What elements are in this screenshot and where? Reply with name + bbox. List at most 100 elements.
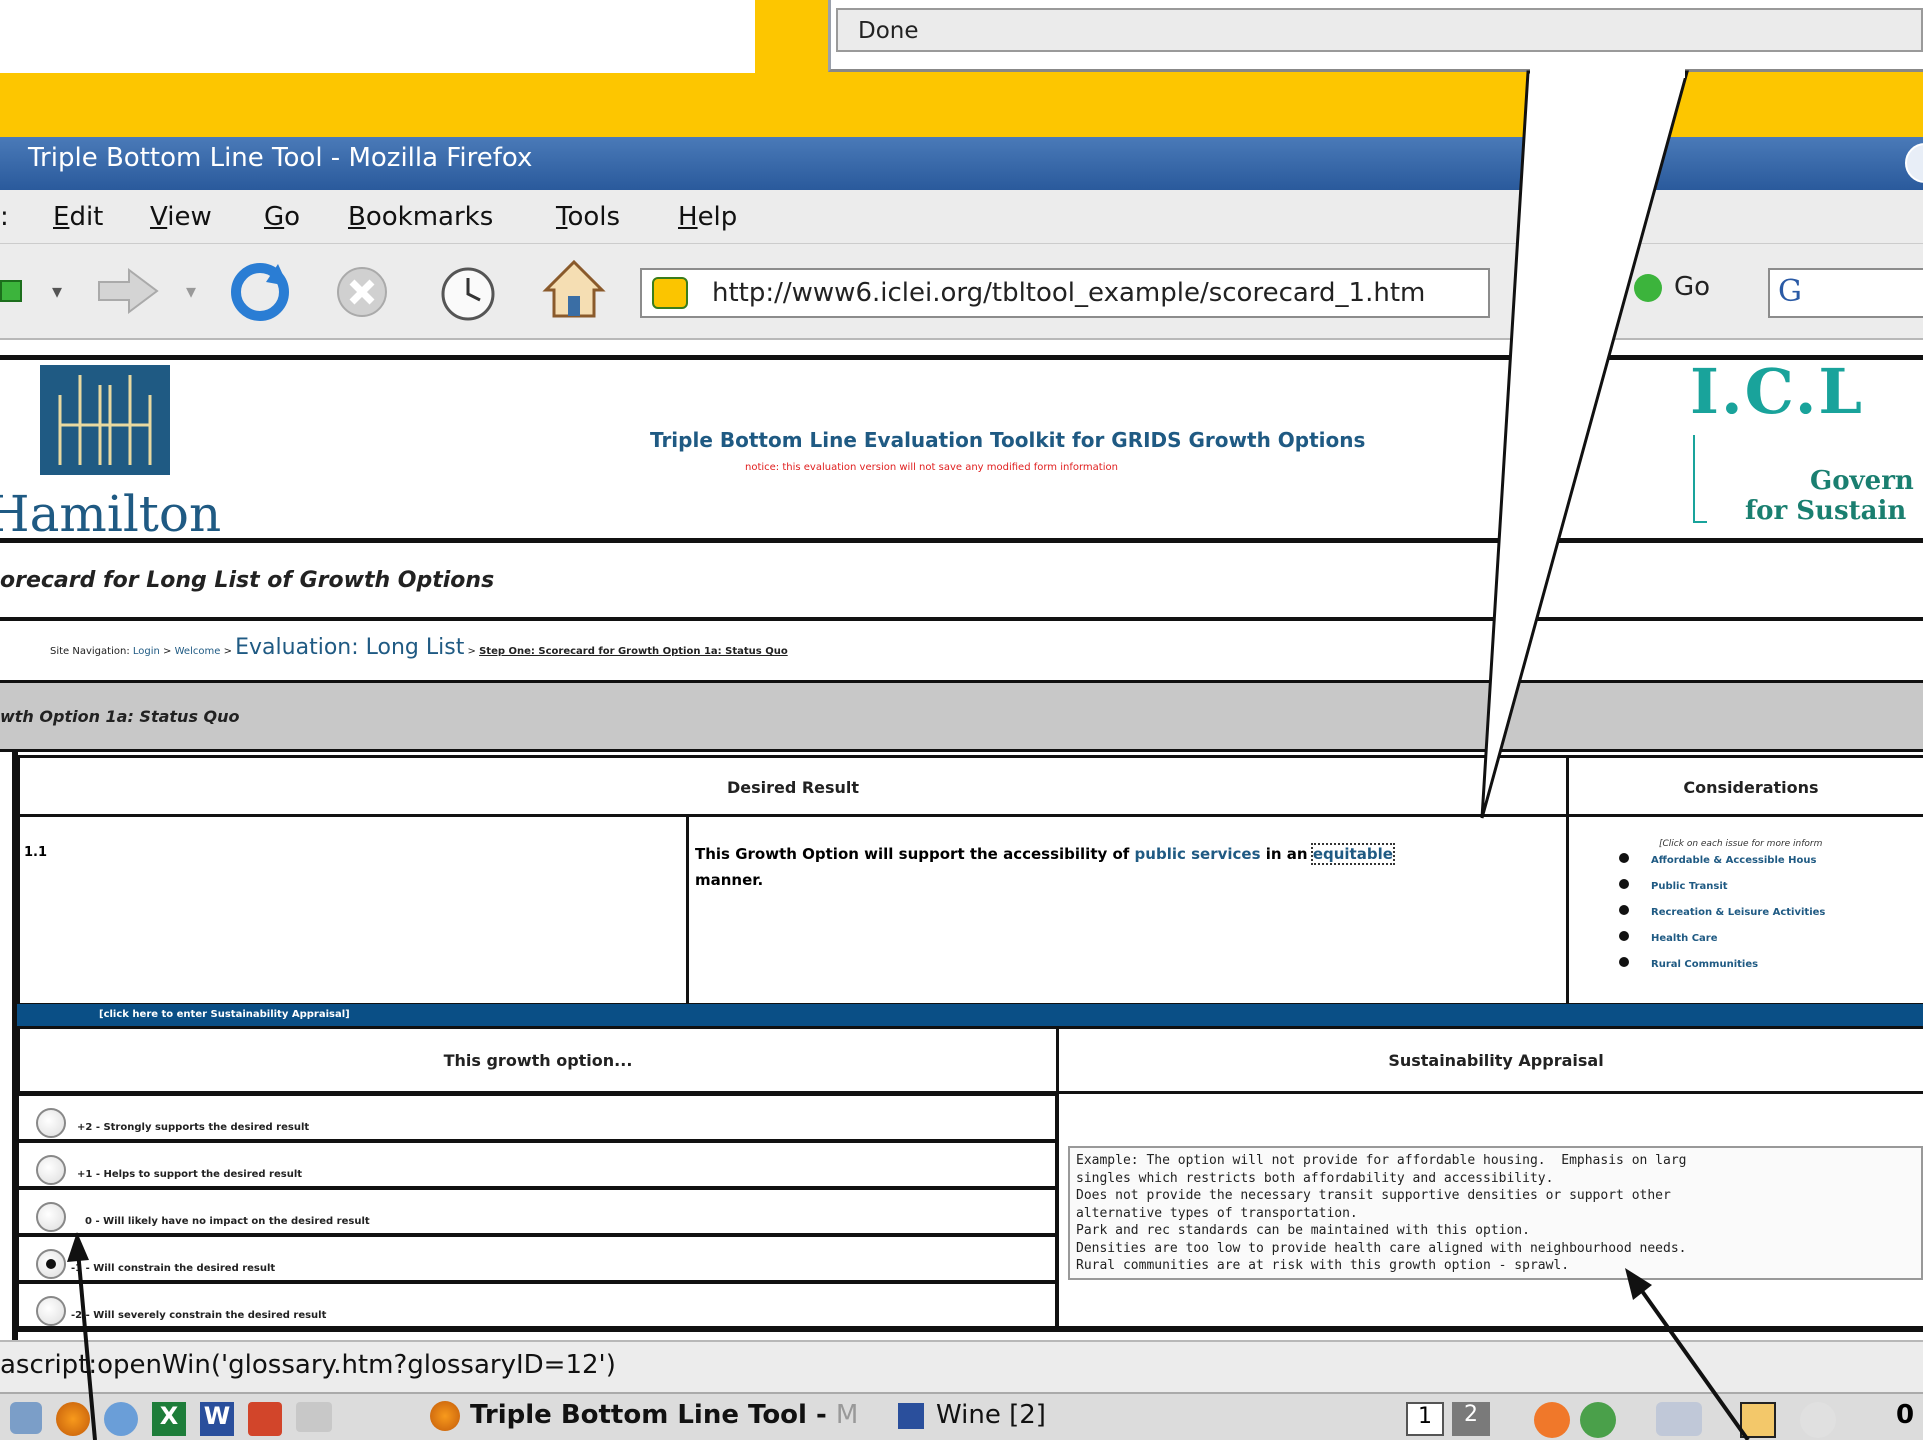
option-row-plus1: +1 - Helps to support the desired result xyxy=(17,1141,1057,1188)
site-favicon-icon xyxy=(652,277,688,309)
desired-result-cell: This Growth Option will support the acce… xyxy=(686,814,1569,1006)
sustainability-appraisal-header: Sustainability Appraisal xyxy=(1056,1026,1923,1094)
breadcrumb: Site Navigation: Login > Welcome > Evalu… xyxy=(50,635,788,660)
spreadsheet-launcher-icon[interactable]: X xyxy=(152,1402,186,1436)
google-search-icon[interactable]: G xyxy=(1778,274,1802,309)
media-tray-icon[interactable] xyxy=(1656,1402,1702,1436)
menu-bar: : Edit View Go Bookmarks Tools Help xyxy=(0,190,1923,244)
option-row-minus1: -1 - Will constrain the desired result xyxy=(17,1235,1057,1282)
hamilton-logo-text: Hamilton xyxy=(0,485,222,543)
menu-go[interactable]: Go xyxy=(264,202,300,232)
consideration-item[interactable]: Recreation & Leisure Activities xyxy=(1619,905,1893,931)
table-bottom-border xyxy=(12,1328,1923,1332)
wine-task-icon xyxy=(898,1402,924,1429)
kde-menu-icon[interactable] xyxy=(10,1402,42,1434)
window-title: Triple Bottom Line Tool - Mozilla Firefo… xyxy=(0,137,1923,190)
presentation-launcher-icon[interactable] xyxy=(248,1402,282,1436)
menu-tools[interactable]: Tools xyxy=(556,202,620,232)
appraisal-textarea[interactable]: Example: The option will not provide for… xyxy=(1068,1146,1923,1280)
considerations-note: [Click on each issue for more inform xyxy=(1659,839,1823,849)
menu-help[interactable]: Help xyxy=(678,202,737,232)
taskbar-task-wine[interactable]: Wine [2] xyxy=(898,1400,1046,1430)
growth-option-header: This growth option... xyxy=(17,1026,1059,1094)
desired-result-header: Desired Result xyxy=(17,755,1569,817)
address-bar[interactable]: http://www6.iclei.org/tbltool_example/sc… xyxy=(640,268,1490,318)
iclei-tagline-1: Govern xyxy=(1810,466,1914,496)
toolkit-title: Triple Bottom Line Evaluation Toolkit fo… xyxy=(650,428,1366,452)
browser-status-bar: ascript:openWin('glossary.htm?glossaryID… xyxy=(0,1340,1923,1392)
equitable-link[interactable]: equitable xyxy=(1310,843,1395,865)
mail-launcher-icon[interactable] xyxy=(104,1402,138,1436)
option-row-minus2: -2 - Will severely constrain the desired… xyxy=(17,1282,1057,1328)
breadcrumb-current-page: Step One: Scorecard for Growth Option 1a… xyxy=(479,646,788,657)
firefox-launcher-icon[interactable] xyxy=(56,1402,90,1436)
iclei-tagline-2: for Sustain xyxy=(1745,496,1907,526)
menu-view[interactable]: View xyxy=(150,202,212,232)
forward-arrow-icon[interactable] xyxy=(95,266,161,316)
radio-minus2[interactable] xyxy=(36,1296,66,1326)
title-bottom-rule xyxy=(0,617,1923,621)
word-launcher-icon[interactable]: W xyxy=(200,1402,234,1436)
header-bottom-rule xyxy=(0,538,1923,543)
consideration-item[interactable]: Public Transit xyxy=(1619,879,1893,905)
clipboard-tray-icon[interactable] xyxy=(1800,1402,1836,1438)
considerations-header: Considerations xyxy=(1566,755,1923,817)
row-id-cell: 1.1 xyxy=(17,814,689,1006)
desktop-pager-2[interactable]: 2 xyxy=(1452,1402,1490,1436)
scorecard-title: orecard for Long List of Growth Options xyxy=(0,568,495,593)
menu-file-fragment[interactable]: : xyxy=(0,202,9,232)
reload-icon[interactable] xyxy=(228,260,292,324)
breadcrumb-separator: > xyxy=(467,646,476,657)
option-label: -2 - Will severely constrain the desired… xyxy=(71,1310,327,1321)
status-popup-text: Done xyxy=(836,8,1923,52)
firefox-task-icon xyxy=(430,1400,460,1431)
clock: 0 xyxy=(1896,1400,1915,1430)
consideration-item[interactable]: Affordable & Accessible Hous xyxy=(1619,853,1893,879)
considerations-list: Affordable & Accessible Hous Public Tran… xyxy=(1619,853,1923,983)
breadcrumb-login-link[interactable]: Login xyxy=(133,646,160,657)
radio-plus2[interactable] xyxy=(36,1108,66,1138)
network-tray-icon[interactable] xyxy=(1580,1402,1616,1438)
considerations-cell: [Click on each issue for more inform Aff… xyxy=(1566,814,1923,1006)
option-row-plus2: +2 - Strongly supports the desired resul… xyxy=(17,1094,1057,1141)
printer-launcher-icon[interactable] xyxy=(296,1402,332,1432)
consideration-item[interactable]: Health Care xyxy=(1619,931,1893,957)
option-row-zero: 0 - Will likely have no impact on the de… xyxy=(17,1188,1057,1235)
iclei-logo-bracket xyxy=(1693,435,1707,523)
radio-minus1[interactable] xyxy=(36,1249,66,1279)
desktop-pager-1[interactable]: 1 xyxy=(1406,1402,1444,1436)
sustainability-appraisal-link[interactable]: [click here to enter Sustainability Appr… xyxy=(17,1004,1923,1028)
option-label: 0 - Will likely have no impact on the de… xyxy=(85,1216,370,1227)
notice-text: notice: this evaluation version will not… xyxy=(745,462,1118,473)
go-arrow-icon xyxy=(1634,273,1662,302)
taskbar-task-firefox[interactable]: Triple Bottom Line Tool - M xyxy=(404,1400,858,1431)
option-title: wth Option 1a: Status Quo xyxy=(0,707,240,726)
iclei-logo: I.C.L xyxy=(1690,355,1865,428)
option-title-band xyxy=(0,680,1923,752)
stop-icon[interactable] xyxy=(334,264,390,320)
breadcrumb-separator: > xyxy=(163,646,172,657)
radio-zero[interactable] xyxy=(36,1202,66,1232)
breadcrumb-label: Site Navigation: xyxy=(50,646,130,657)
help-tray-icon[interactable] xyxy=(1534,1402,1570,1438)
search-input[interactable]: G xyxy=(1768,268,1923,318)
option-label: +1 - Helps to support the desired result xyxy=(77,1169,303,1180)
radio-plus1[interactable] xyxy=(36,1155,66,1185)
status-bar-text: ascript:openWin('glossary.htm?glossaryID… xyxy=(0,1350,616,1380)
desired-result-text: manner. xyxy=(695,871,764,889)
history-clock-icon[interactable] xyxy=(438,264,498,324)
home-icon[interactable] xyxy=(542,258,606,322)
menu-edit[interactable]: Edit xyxy=(53,202,103,232)
menu-bookmarks[interactable]: Bookmarks xyxy=(348,202,493,232)
breadcrumb-welcome-link[interactable]: Welcome xyxy=(175,646,221,657)
go-button[interactable]: Go xyxy=(1634,272,1734,312)
back-arrow-icon[interactable] xyxy=(0,280,22,302)
breadcrumb-long-list-link[interactable]: Evaluation: Long List xyxy=(235,635,464,660)
back-dropdown-icon[interactable]: ▾ xyxy=(52,279,62,303)
breadcrumb-separator: > xyxy=(223,646,232,657)
forward-dropdown-icon[interactable]: ▾ xyxy=(186,279,196,303)
option-label: +2 - Strongly supports the desired resul… xyxy=(77,1122,310,1133)
user-tray-icon[interactable] xyxy=(1740,1402,1776,1438)
consideration-item[interactable]: Rural Communities xyxy=(1619,957,1893,983)
public-services-link[interactable]: public services xyxy=(1135,845,1261,863)
